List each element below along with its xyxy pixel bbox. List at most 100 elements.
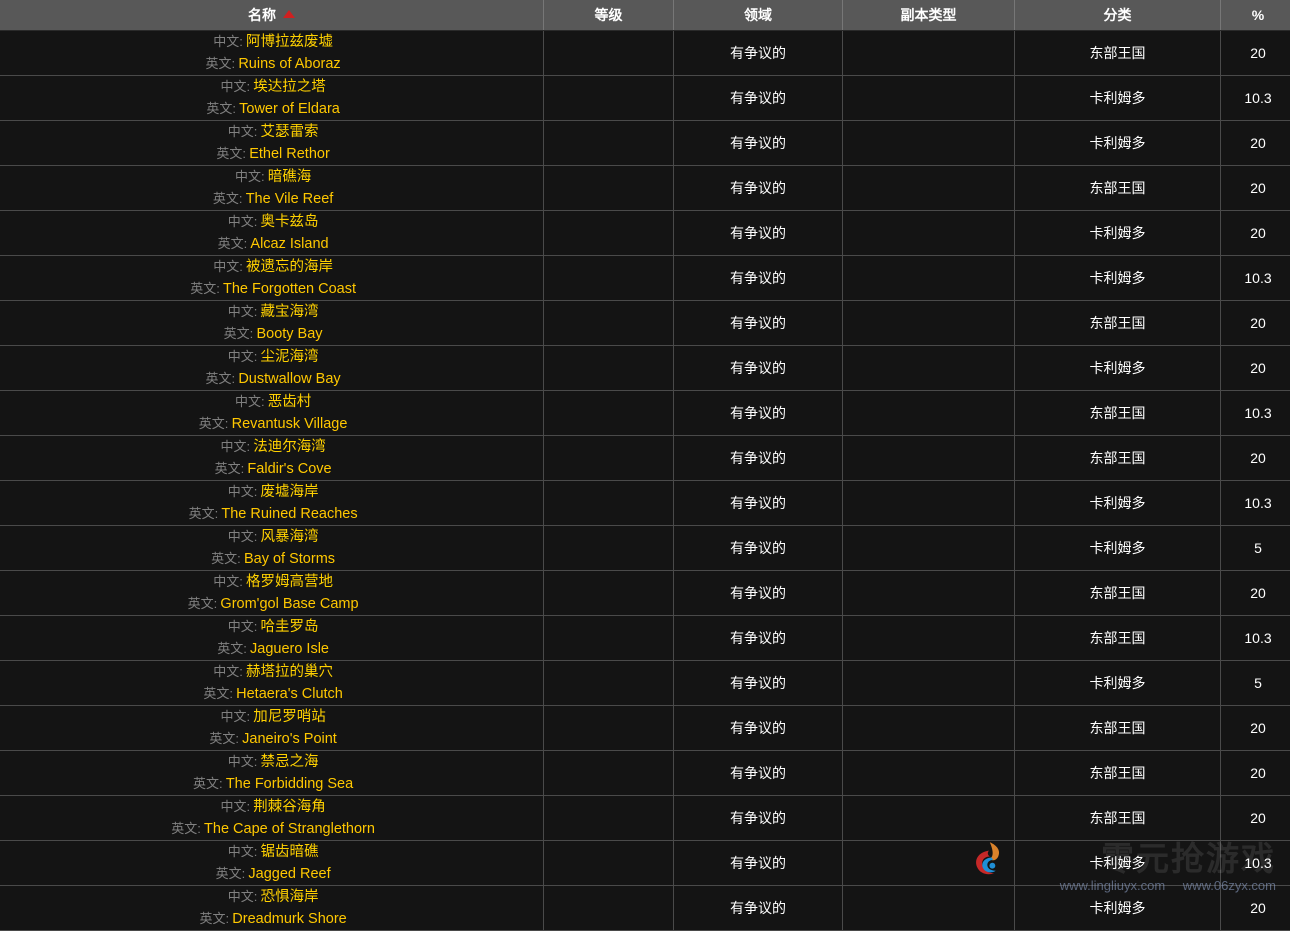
zone-name-en-link[interactable]: The Ruined Reaches [221,506,357,522]
table-row[interactable]: 中文:哈圭罗岛英文:Jaguero Isle有争议的东部王国10.3 [0,616,1290,661]
zone-name-cn-link[interactable]: 奥卡兹岛 [261,214,319,230]
zone-name-en-link[interactable]: Ethel Rethor [249,146,330,162]
table-row[interactable]: 中文:阿博拉兹废墟英文:Ruins of Aboraz有争议的东部王国20 [0,31,1290,76]
label-chinese: 中文: [225,301,261,322]
table-row[interactable]: 中文:恐惧海岸英文:Dreadmurk Shore有争议的卡利姆多20 [0,886,1290,931]
table-row[interactable]: 中文:格罗姆高营地英文:Grom'gol Base Camp有争议的东部王国20 [0,571,1290,616]
label-chinese: 中文: [232,391,268,412]
cell-realm: 有争议的 [674,616,843,661]
zone-name-cn-link[interactable]: 赫塔拉的巢穴 [246,664,333,680]
name-line-en: 英文:Tower of Eldara [0,98,543,120]
zone-name-cn-link[interactable]: 哈圭罗岛 [261,619,319,635]
zone-name-en-link[interactable]: Faldir's Cove [247,461,331,477]
zone-name-en-link[interactable]: The Forbidding Sea [226,776,353,792]
column-header-realm[interactable]: 领域 [674,0,843,31]
zone-name-en-link[interactable]: Revantusk Village [232,416,348,432]
zone-name-cn-link[interactable]: 被遗忘的海岸 [246,259,333,275]
table-row[interactable]: 中文:加尼罗哨站英文:Janeiro's Point有争议的东部王国20 [0,706,1290,751]
zone-name-cn-link[interactable]: 加尼罗哨站 [253,709,326,725]
label-chinese: 中文: [210,571,246,592]
label-english: 英文: [213,143,249,164]
table-row[interactable]: 中文:埃达拉之塔英文:Tower of Eldara有争议的卡利姆多10.3 [0,76,1290,121]
label-chinese: 中文: [225,616,261,637]
name-line-en: 英文:Jagged Reef [0,863,543,885]
zone-name-en-link[interactable]: Dreadmurk Shore [232,911,346,927]
name-line-en: 英文:Hetaera's Clutch [0,683,543,705]
label-chinese: 中文: [225,841,261,862]
table-row[interactable]: 中文:风暴海湾英文:Bay of Storms有争议的卡利姆多5 [0,526,1290,571]
zone-name-cn-link[interactable]: 藏宝海湾 [261,304,319,320]
zone-name-en-link[interactable]: The Vile Reef [246,191,334,207]
zone-name-cn-link[interactable]: 尘泥海湾 [261,349,319,365]
zone-name-cn-link[interactable]: 格罗姆高营地 [246,574,333,590]
cell-name: 中文:恐惧海岸英文:Dreadmurk Shore [0,886,544,931]
zone-name-cn-link[interactable]: 恐惧海岸 [261,889,319,905]
column-header-instance-type[interactable]: 副本类型 [843,0,1015,31]
cell-realm: 有争议的 [674,76,843,121]
zone-name-cn-link[interactable]: 法迪尔海湾 [253,439,326,455]
cell-category: 东部王国 [1015,616,1221,661]
zone-name-en-link[interactable]: Alcaz Island [250,236,328,252]
cell-name: 中文:尘泥海湾英文:Dustwallow Bay [0,346,544,391]
cell-name: 中文:格罗姆高营地英文:Grom'gol Base Camp [0,571,544,616]
label-english: 英文: [202,368,238,389]
column-header-name[interactable]: 名称 [0,0,544,31]
zone-name-en-link[interactable]: Ruins of Aboraz [238,56,340,72]
sort-ascending-icon[interactable] [283,10,295,18]
table-row[interactable]: 中文:奥卡兹岛英文:Alcaz Island有争议的卡利姆多20 [0,211,1290,256]
table-header-row: 名称 等级 领域 副本类型 分类 % [0,0,1290,31]
table-row[interactable]: 中文:锯齿暗礁英文:Jagged Reef有争议的卡利姆多10.3 [0,841,1290,886]
zone-name-cn-link[interactable]: 埃达拉之塔 [253,79,326,95]
zone-name-en-link[interactable]: The Cape of Stranglethorn [204,821,375,837]
cell-name: 中文:法迪尔海湾英文:Faldir's Cove [0,436,544,481]
label-chinese: 中文: [225,121,261,142]
cell-realm: 有争议的 [674,436,843,481]
cell-category: 东部王国 [1015,796,1221,841]
table-row[interactable]: 中文:藏宝海湾英文:Booty Bay有争议的东部王国20 [0,301,1290,346]
name-line-cn: 中文:埃达拉之塔 [0,76,543,98]
zone-name-cn-link[interactable]: 荆棘谷海角 [253,799,326,815]
zone-name-cn-link[interactable]: 艾瑟雷索 [261,124,319,140]
column-header-level[interactable]: 等级 [544,0,674,31]
zone-name-en-link[interactable]: Jaguero Isle [250,641,329,657]
zone-name-en-link[interactable]: Hetaera's Clutch [236,686,343,702]
cell-category: 东部王国 [1015,436,1221,481]
zone-name-cn-link[interactable]: 暗礁海 [268,169,312,185]
zone-name-cn-link[interactable]: 废墟海岸 [261,484,319,500]
cell-instance-type [843,526,1015,571]
zone-name-en-link[interactable]: Grom'gol Base Camp [220,596,358,612]
zone-name-en-link[interactable]: The Forgotten Coast [223,281,356,297]
cell-name: 中文:阿博拉兹废墟英文:Ruins of Aboraz [0,31,544,76]
name-line-cn: 中文:锯齿暗礁 [0,841,543,863]
cell-level [544,616,674,661]
column-header-category[interactable]: 分类 [1015,0,1221,31]
zone-name-cn-link[interactable]: 恶齿村 [268,394,312,410]
zone-name-cn-link[interactable]: 禁忌之海 [261,754,319,770]
table-row[interactable]: 中文:艾瑟雷索英文:Ethel Rethor有争议的卡利姆多20 [0,121,1290,166]
column-header-percent[interactable]: % [1221,0,1290,31]
zone-name-en-link[interactable]: Tower of Eldara [239,101,340,117]
zone-name-en-link[interactable]: Bay of Storms [244,551,335,567]
name-line-cn: 中文:加尼罗哨站 [0,706,543,728]
zone-name-cn-link[interactable]: 风暴海湾 [261,529,319,545]
zone-name-cn-link[interactable]: 锯齿暗礁 [261,844,319,860]
table-row[interactable]: 中文:废墟海岸英文:The Ruined Reaches有争议的卡利姆多10.3 [0,481,1290,526]
cell-realm: 有争议的 [674,481,843,526]
cell-name: 中文:废墟海岸英文:The Ruined Reaches [0,481,544,526]
table-row[interactable]: 中文:荆棘谷海角英文:The Cape of Stranglethorn有争议的… [0,796,1290,841]
table-row[interactable]: 中文:被遗忘的海岸英文:The Forgotten Coast有争议的卡利姆多1… [0,256,1290,301]
zone-name-en-link[interactable]: Booty Bay [256,326,322,342]
table-row[interactable]: 中文:赫塔拉的巢穴英文:Hetaera's Clutch有争议的卡利姆多5 [0,661,1290,706]
zone-name-en-link[interactable]: Jagged Reef [248,866,330,882]
table-row[interactable]: 中文:恶齿村英文:Revantusk Village有争议的东部王国10.3 [0,391,1290,436]
table-row[interactable]: 中文:禁忌之海英文:The Forbidding Sea有争议的东部王国20 [0,751,1290,796]
table-row[interactable]: 中文:尘泥海湾英文:Dustwallow Bay有争议的卡利姆多20 [0,346,1290,391]
label-chinese: 中文: [225,346,261,367]
zone-name-cn-link[interactable]: 阿博拉兹废墟 [246,34,333,50]
zone-name-en-link[interactable]: Janeiro's Point [242,731,337,747]
zone-name-en-link[interactable]: Dustwallow Bay [238,371,340,387]
label-chinese: 中文: [225,886,261,907]
name-line-cn: 中文:暗礁海 [0,166,543,188]
table-row[interactable]: 中文:暗礁海英文:The Vile Reef有争议的东部王国20 [0,166,1290,211]
table-row[interactable]: 中文:法迪尔海湾英文:Faldir's Cove有争议的东部王国20 [0,436,1290,481]
